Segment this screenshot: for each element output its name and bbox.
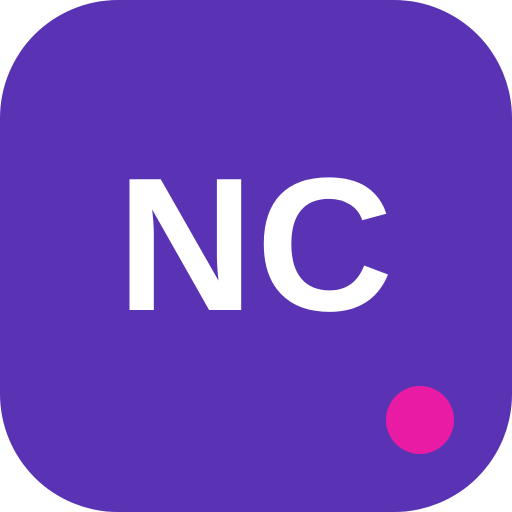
app-icon-monogram: NC (116, 139, 396, 351)
notification-dot-icon (386, 386, 454, 454)
app-icon[interactable]: NC (0, 0, 512, 512)
